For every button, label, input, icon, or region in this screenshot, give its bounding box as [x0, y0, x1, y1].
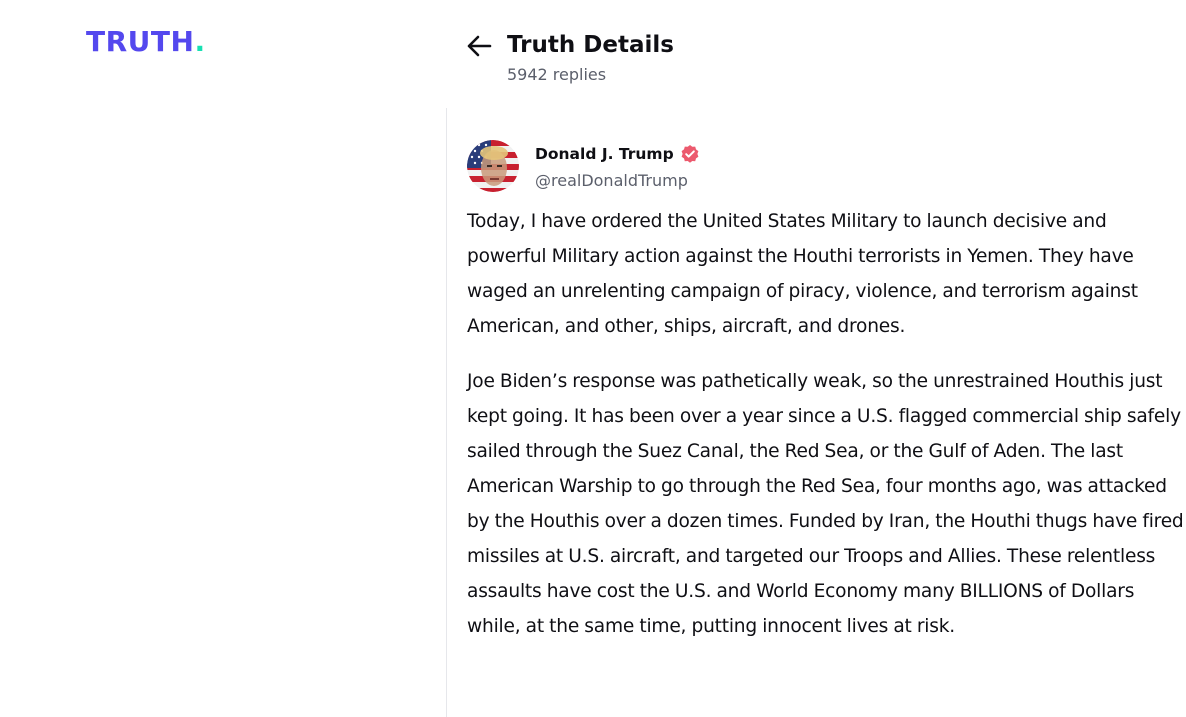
arrow-left-icon	[467, 35, 492, 57]
logo-dot: .	[194, 25, 206, 58]
post-paragraph-2: Joe Biden’s response was pathetically we…	[467, 371, 1184, 637]
author-name-text: Donald J. Trump	[535, 145, 674, 163]
avatar[interactable]	[467, 140, 519, 192]
post-body: Today, I have ordered the United States …	[467, 204, 1186, 664]
column-divider	[446, 108, 447, 717]
logo-text: TRUTH	[86, 25, 195, 58]
post-paragraph-1: Today, I have ordered the United States …	[467, 211, 1138, 337]
page: TRUTH. Truth Details 5942 replies Donald…	[0, 0, 1186, 717]
truth-logo[interactable]: TRUTH.	[86, 26, 206, 58]
avatar-image	[467, 140, 519, 192]
verified-badge-icon	[680, 144, 700, 164]
author-name[interactable]: Donald J. Trump	[535, 143, 700, 165]
reply-count[interactable]: 5942 replies	[507, 64, 606, 86]
page-title: Truth Details	[507, 32, 674, 58]
back-button[interactable]	[466, 34, 494, 58]
author-handle[interactable]: @realDonaldTrump	[535, 170, 688, 192]
